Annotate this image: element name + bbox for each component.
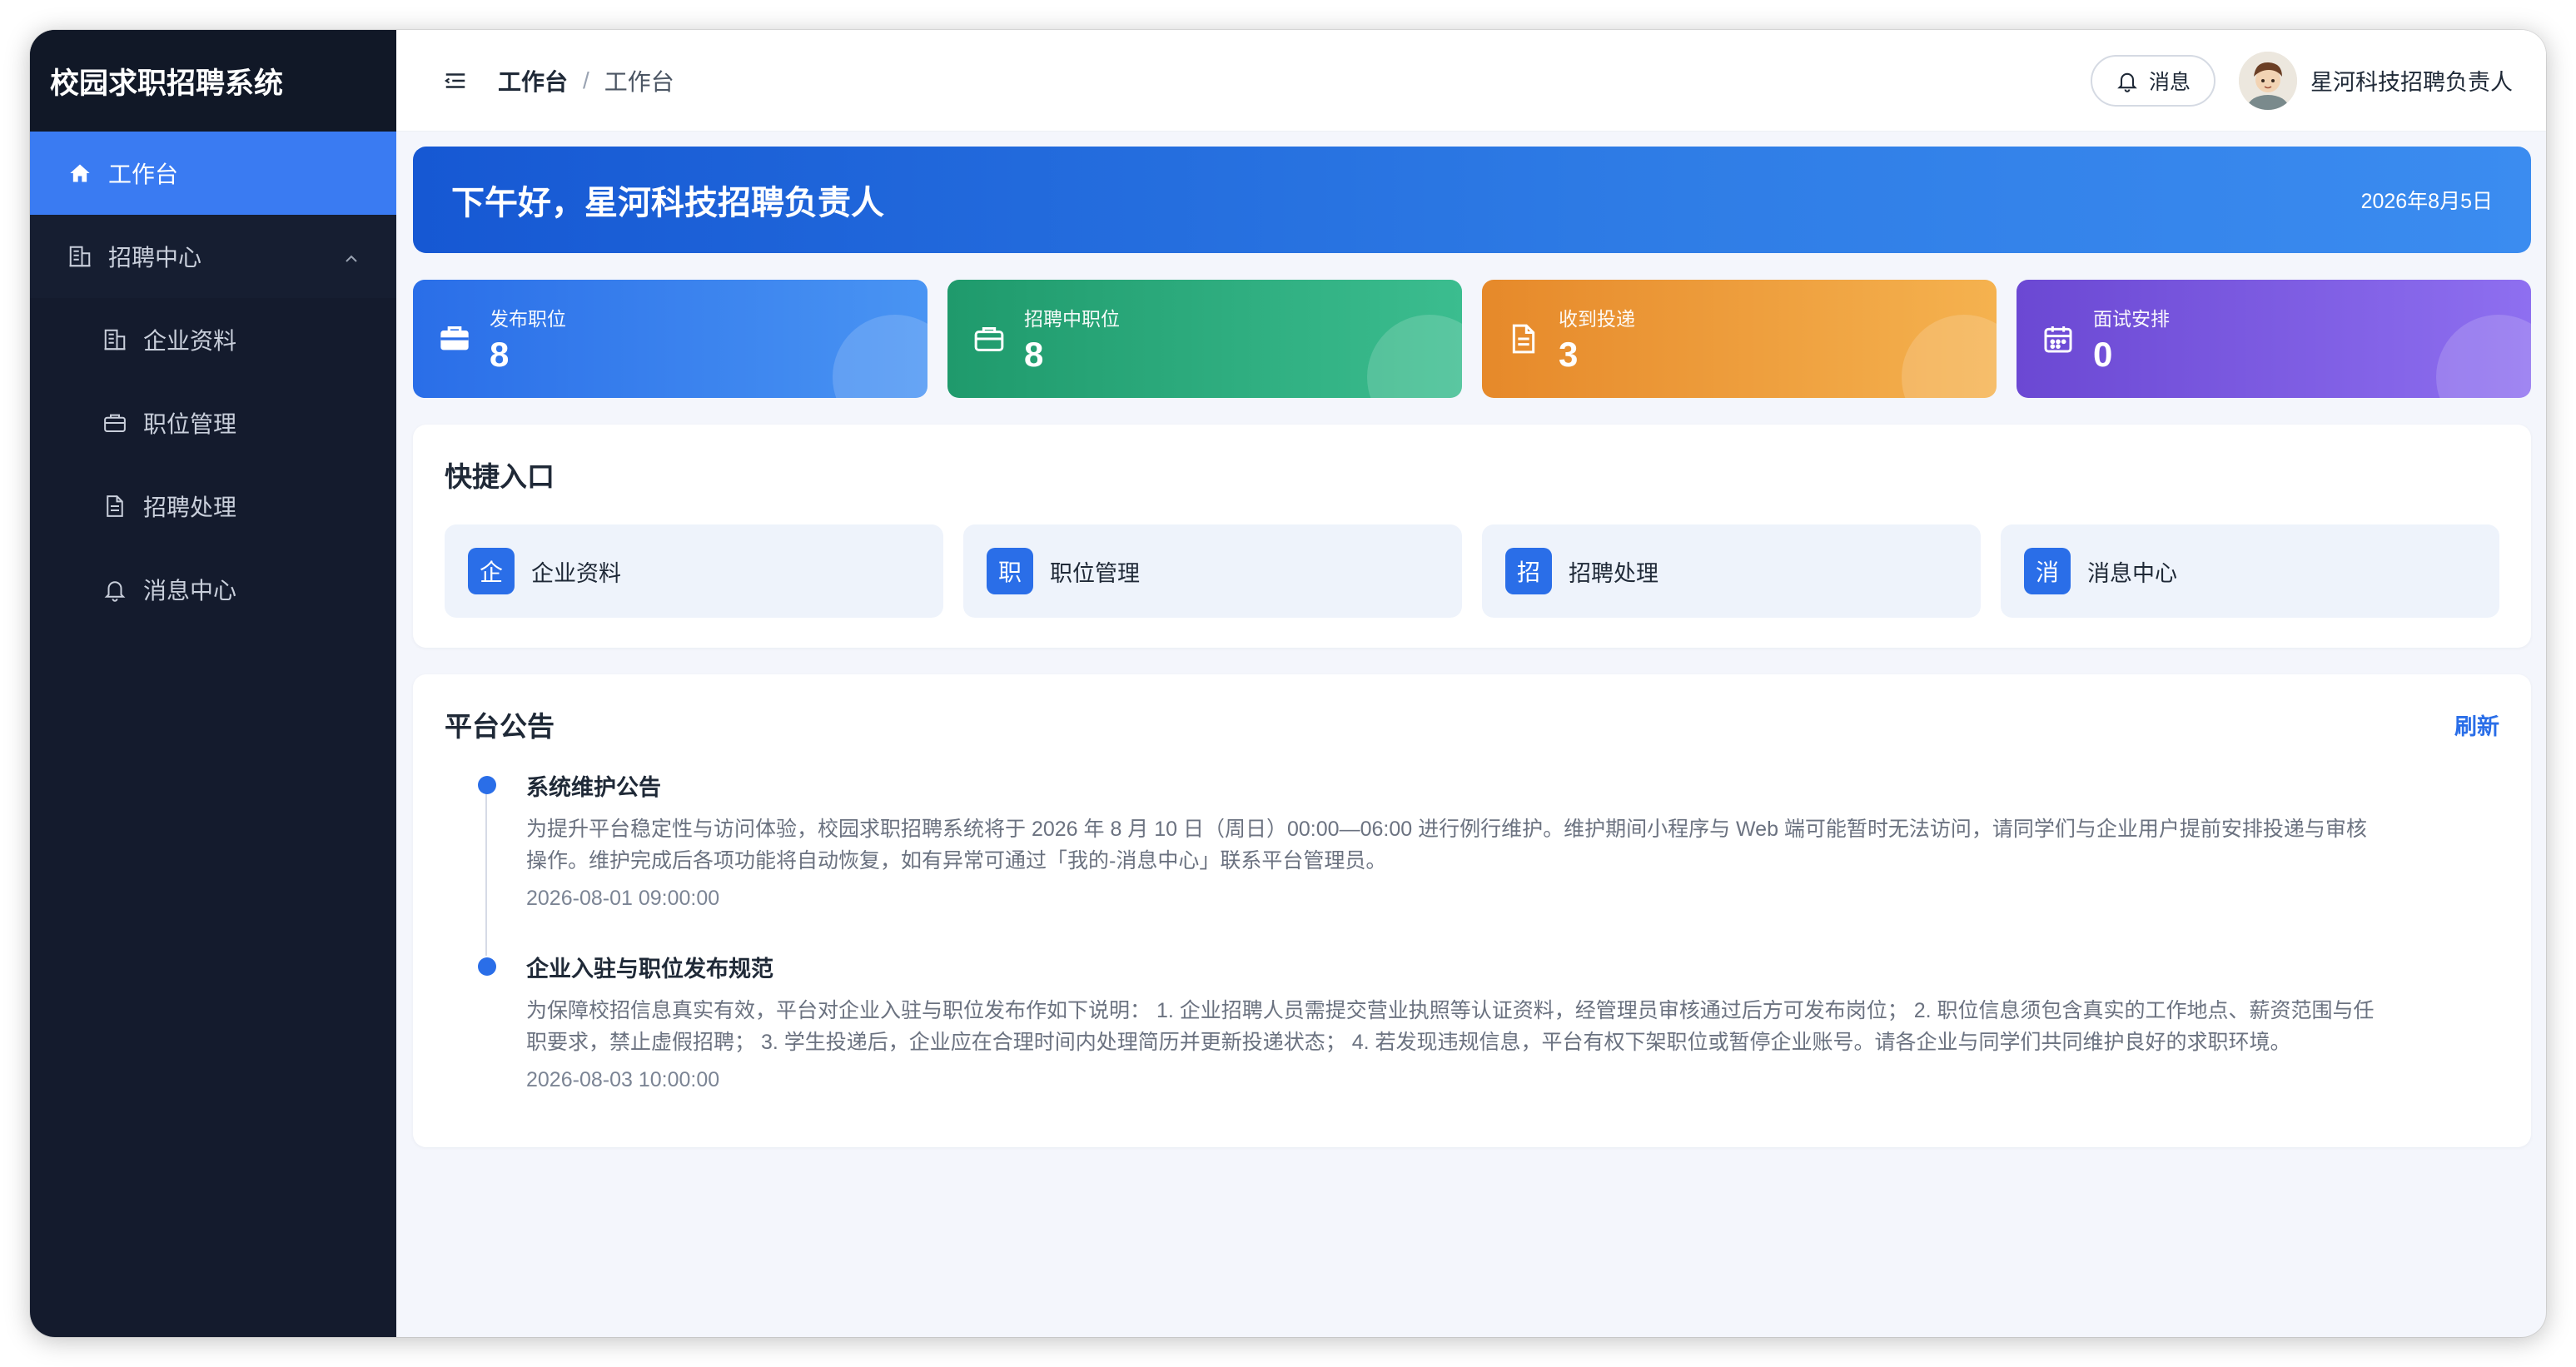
- stat-value: 8: [1024, 335, 1044, 374]
- quick-entry-badge: 职: [987, 548, 1033, 594]
- sidebar-item-job-management[interactable]: 职位管理: [30, 381, 396, 465]
- refresh-button[interactable]: 刷新: [2454, 708, 2499, 741]
- notice-item-body-line: 职要求，禁止虚假招聘； 3. 学生投递后，企业应在合理时间内处理简历并更新投递状…: [526, 1031, 2291, 1054]
- notice-item-body-line: 为保障校招信息真实有效，平台对企业入驻与职位发布作如下说明： 1. 企业招聘人员…: [526, 999, 2375, 1022]
- stat-card-interviews[interactable]: 面试安排 0: [2017, 280, 2531, 398]
- user-name[interactable]: 星河科技招聘负责人: [2310, 64, 2513, 97]
- quick-entry-badge: 招: [1505, 548, 1552, 594]
- chevron-up-icon: [343, 246, 360, 273]
- quick-entry-label: 消息中心: [2087, 560, 2177, 586]
- notice-item-body: 为保障校招信息真实有效，平台对企业入驻与职位发布作如下说明： 1. 企业招聘人员…: [526, 995, 2499, 1058]
- greeting-banner: 下午好，星河科技招聘负责人 2026年8月5日: [413, 147, 2531, 253]
- notice-item-body-line: 为提升平台稳定性与访问体验，校园求职招聘系统将于 2026 年 8 月 10 日…: [526, 818, 2367, 841]
- timeline-line: [485, 789, 487, 956]
- notice-item-time: 2026-08-01 09:00:00: [526, 887, 720, 910]
- quick-entry-job-management[interactable]: 职 职位管理: [963, 524, 1462, 618]
- stat-value: 3: [1559, 335, 1579, 374]
- notice-item: 系统维护公告 为提升平台稳定性与访问体验，校园求职招聘系统将于 2026 年 8…: [478, 769, 2499, 911]
- sidebar-item-workbench[interactable]: 工作台: [30, 132, 396, 215]
- document-icon: [1507, 322, 1540, 355]
- quick-entry-row: 企 企业资料 职 职位管理 招 招聘处理 消 消息中心: [445, 524, 2499, 618]
- stat-value: 0: [2093, 335, 2113, 374]
- topbar: 工作台 / 工作台 消息 星河科技招聘负责人: [396, 30, 2546, 132]
- sidebar-item-label: 职位管理: [143, 411, 237, 437]
- sidebar-item-label: 企业资料: [143, 328, 237, 354]
- greeting-date: 2026年8月5日: [2360, 190, 2493, 213]
- decorative-circle: [1902, 315, 1997, 398]
- main-area: 工作台 / 工作台 消息 星河科技招聘负责人 下午好，星河科技招聘负责人 202…: [396, 30, 2546, 1337]
- message-button-label: 消息: [2148, 70, 2191, 94]
- quick-entry-company-profile[interactable]: 企 企业资料: [445, 524, 943, 618]
- quick-entry-badge: 企: [468, 548, 515, 594]
- quick-entry-label: 招聘处理: [1569, 560, 1658, 586]
- bell-icon: [102, 576, 128, 603]
- quick-entry-title: 快捷入口: [445, 461, 554, 492]
- content: 下午好，星河科技招聘负责人 2026年8月5日 发布职位 8 招聘中职位 8 收…: [396, 132, 2546, 1147]
- stat-label: 面试安排: [2093, 308, 2170, 330]
- home-icon: [67, 160, 93, 186]
- notice-timeline: 系统维护公告 为提升平台稳定性与访问体验，校园求职招聘系统将于 2026 年 8…: [445, 769, 2499, 1092]
- notice-card: 平台公告 刷新 系统维护公告 为提升平台稳定性与访问体验，校园求职招聘系统将于 …: [413, 674, 2531, 1147]
- decorative-circle: [2436, 315, 2531, 398]
- sidebar-item-label: 消息中心: [143, 578, 237, 604]
- quick-entry-message-center[interactable]: 消 消息中心: [2001, 524, 2499, 618]
- stat-value: 8: [490, 335, 510, 374]
- bell-icon: [2116, 69, 2139, 92]
- timeline-dot: [478, 957, 496, 976]
- notice-item-title: 企业入驻与职位发布规范: [526, 957, 773, 982]
- app-title: 校园求职招聘系统: [30, 30, 396, 132]
- briefcase-icon: [102, 410, 128, 436]
- sidebar-item-label: 招聘处理: [143, 495, 237, 520]
- quick-entry-badge: 消: [2024, 548, 2071, 594]
- notice-item-title: 系统维护公告: [526, 775, 661, 800]
- topbar-right: 消息 星河科技招聘负责人: [2090, 51, 2513, 110]
- menu-toggle-icon[interactable]: [443, 67, 471, 95]
- notice-title: 平台公告: [445, 711, 554, 742]
- stats-row: 发布职位 8 招聘中职位 8 收到投递 3 面试安排 0: [413, 280, 2531, 398]
- notice-item-body-line: 操作。维护完成后各项功能将自动恢复，如有异常可通过「我的-消息中心」联系平台管理…: [526, 849, 1387, 872]
- avatar[interactable]: [2239, 51, 2297, 110]
- building-icon: [67, 243, 93, 270]
- sidebar-item-recruit-process[interactable]: 招聘处理: [30, 465, 396, 548]
- sidebar-item-company-profile[interactable]: 企业资料: [30, 298, 396, 381]
- notice-header: 平台公告 刷新: [445, 704, 2499, 744]
- sidebar-item-label: 招聘中心: [108, 245, 202, 271]
- calendar-icon: [2041, 322, 2075, 355]
- sidebar-item-message-center[interactable]: 消息中心: [30, 548, 396, 631]
- document-icon: [102, 493, 128, 519]
- breadcrumb-current: 工作台: [604, 68, 674, 95]
- quick-entry-card: 快捷入口 企 企业资料 职 职位管理 招 招聘处理 消 消息中心: [413, 425, 2531, 648]
- quick-entry-label: 企业资料: [531, 560, 621, 586]
- notice-item: 企业入驻与职位发布规范 为保障校招信息真实有效，平台对企业入驻与职位发布作如下说…: [478, 951, 2499, 1092]
- greeting-text: 下午好，星河科技招聘负责人: [451, 185, 884, 221]
- breadcrumb-separator: /: [583, 67, 589, 93]
- decorative-circle: [833, 315, 927, 398]
- notice-item-body: 为提升平台稳定性与访问体验，校园求职招聘系统将于 2026 年 8 月 10 日…: [526, 813, 2499, 877]
- stat-label: 招聘中职位: [1024, 308, 1120, 330]
- sidebar-item-label: 工作台: [108, 162, 179, 187]
- stat-card-published-jobs[interactable]: 发布职位 8: [413, 280, 927, 398]
- toolbox-icon: [438, 322, 471, 355]
- decorative-circle: [1367, 315, 1462, 398]
- stat-card-active-jobs[interactable]: 招聘中职位 8: [947, 280, 1462, 398]
- quick-entry-label: 职位管理: [1050, 560, 1140, 586]
- sidebar: 校园求职招聘系统 工作台 招聘中心 企业资料 职位管理 招聘处理 消息中心: [30, 30, 396, 1337]
- message-button[interactable]: 消息: [2090, 54, 2215, 107]
- app-window: 校园求职招聘系统 工作台 招聘中心 企业资料 职位管理 招聘处理 消息中心 工作…: [30, 30, 2546, 1337]
- stat-label: 发布职位: [490, 308, 566, 330]
- sidebar-item-recruit-center[interactable]: 招聘中心: [30, 215, 396, 298]
- stat-card-applications[interactable]: 收到投递 3: [1482, 280, 1997, 398]
- timeline-dot: [478, 776, 496, 794]
- stat-label: 收到投递: [1559, 308, 1635, 330]
- briefcase-icon: [972, 322, 1006, 355]
- notice-item-time: 2026-08-03 10:00:00: [526, 1068, 720, 1091]
- breadcrumb-root[interactable]: 工作台: [498, 64, 568, 97]
- building-icon: [102, 326, 128, 353]
- quick-entry-recruit-process[interactable]: 招 招聘处理: [1482, 524, 1981, 618]
